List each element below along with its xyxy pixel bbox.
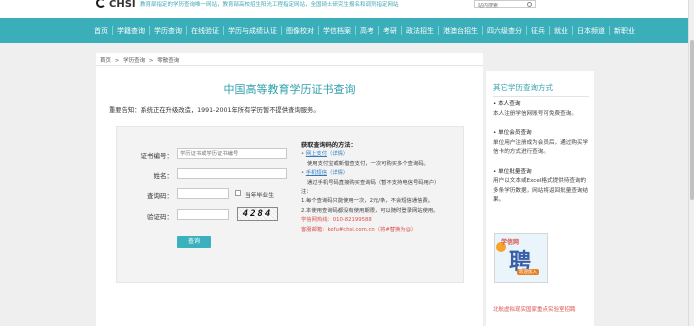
sms-link[interactable]: 手机短信 — [306, 170, 327, 176]
breadcrumb-sep: > — [148, 58, 154, 64]
nav-item[interactable]: 图像校对 — [282, 26, 318, 36]
howto-option-1-text: 使用支付宝或新借查支付，一次可购买多个查询码。 — [307, 160, 429, 167]
note-2: 2.本使用查询码都没有使用期限，可以随时登录网站使用。 — [301, 207, 439, 214]
batch-title: • 单位批量查询 — [493, 168, 532, 175]
site-search[interactable] — [474, 0, 536, 9]
personal-text: 本人注册学信网账号可免费查询。 — [493, 110, 577, 117]
current-grad-checkbox[interactable] — [235, 190, 241, 196]
logo-icon — [96, 0, 106, 8]
online-pay-detail-link[interactable]: （详情） — [327, 151, 348, 157]
query-code-input[interactable] — [177, 188, 229, 199]
breadcrumb-sep: > — [114, 58, 120, 64]
nav-item[interactable]: 新职业 — [610, 26, 639, 36]
nav-item[interactable]: 港澳台招生 — [439, 26, 482, 36]
query-button[interactable]: 查询 — [177, 236, 211, 248]
recruit-link[interactable]: 北航虚拟现实国家重点实验室招聘 — [493, 305, 591, 313]
name-input[interactable] — [177, 168, 287, 179]
howto-option-1: • 网上支付（详情） — [301, 150, 461, 159]
top-header: CHSI 教育部指定的学历查询唯一网站，教育部高校招生阳光工程指定网站，全国硕士… — [0, 0, 694, 18]
nav-list: 首页 学籍查询 学历查询 在线验证 学历与成绩认证 图像校对 学信档案 高考 考研 政法招生 港澳台… — [90, 18, 639, 43]
sidebar-title: 其它学历查询方式 — [493, 83, 553, 92]
cert-label: 证书编号： — [140, 152, 174, 160]
breadcrumb-degree-query[interactable]: 学历查询 — [123, 58, 145, 64]
note-1: 1.每个查询码只能使用一次，2元/条，不会短信通信费。 — [301, 198, 434, 205]
recruit-banner[interactable]: 学信网 聘 欢迎加入 — [494, 233, 548, 283]
howto-heading: 获取查询码的方法： — [301, 142, 357, 149]
search-input[interactable] — [475, 3, 521, 9]
sms-detail-link[interactable]: （详情） — [327, 170, 348, 176]
hotline-text: 学信网热线：010-82199588 — [301, 217, 372, 224]
member-title: • 单位会员查询 — [493, 130, 532, 136]
nav-item[interactable]: 就业 — [550, 26, 572, 36]
nav-item[interactable]: 考研 — [379, 26, 401, 36]
nav-item[interactable]: 学历查询 — [150, 26, 186, 36]
captcha-input[interactable] — [177, 209, 229, 220]
nav-item[interactable]: 在线验证 — [187, 26, 223, 36]
nav-item[interactable]: 政法招生 — [402, 26, 438, 36]
scrollbar[interactable] — [688, 0, 694, 326]
main-content: 首页 > 学历查询 > 零散查询 中国高等教育学历证书查询 重要告知：系统正在升… — [96, 53, 483, 326]
divider — [96, 65, 483, 66]
query-panel: 证书编号： 姓名： 查询码： 当年毕业生 验证码： 4284 查询 获取查询码的… — [116, 126, 464, 283]
online-pay-link[interactable]: 网上支付 — [306, 151, 327, 157]
site-logo[interactable]: CHSI — [96, 0, 136, 10]
personal-title: • 本人查询 — [493, 101, 521, 107]
captcha-label: 验证码： — [147, 213, 173, 221]
howto-option-2-text: 通过手机号码直接购买查询码（暂不支持电信号码用户） — [307, 179, 440, 186]
logo-text: CHSI — [109, 0, 136, 10]
breadcrumb-home[interactable]: 首页 — [100, 58, 111, 64]
captcha-image[interactable]: 4284 — [237, 207, 278, 221]
howto-panel: 获取查询码的方法： • 网上支付（详情） 使用支付宝或新借查支付，一次可购买多个… — [301, 141, 461, 235]
howto-option-2: • 手机短信（详情） — [301, 169, 461, 178]
site-tagline: 教育部指定的学历查询唯一网站，教育部高校招生阳光工程指定网站，全国硕士研究生报名… — [140, 2, 399, 8]
breadcrumb: 首页 > 学历查询 > 零散查询 — [100, 56, 181, 64]
sidebar-methods: • 本人查询 本人注册学信网账号可免费查询。 • 单位会员查询 单位用户注册成为… — [493, 98, 591, 206]
nav-item[interactable]: 高考 — [356, 26, 378, 36]
nav-item[interactable]: 学籍查询 — [113, 26, 149, 36]
bullet-icon: • — [301, 170, 305, 177]
email-text: 客服邮箱：kefu#chsi.com.cn（将#替换为@） — [301, 226, 417, 233]
scrollbar-thumb[interactable] — [690, 40, 694, 200]
name-label: 姓名： — [153, 172, 174, 180]
note-label: 注： — [301, 189, 312, 196]
nav-item[interactable]: 学信档案 — [319, 26, 355, 36]
nav-item[interactable]: 学历与成绩认证 — [224, 26, 281, 36]
nav-item[interactable]: 首页 — [90, 26, 112, 36]
cert-number-input[interactable] — [177, 148, 287, 159]
notice-text: 重要告知：系统正在升级改造，1991-2001年所有学历暂不提供查询服务。 — [109, 107, 320, 114]
member-text: 单位用户注册成为会员后，通过购买学信卡的方式进行查询。 — [493, 139, 589, 156]
code-label: 查询码： — [147, 192, 173, 200]
sidebar: 其它学历查询方式 • 本人查询 本人注册学信网账号可免费查询。 • 单位会员查询… — [486, 71, 594, 326]
breadcrumb-current: 零散查询 — [157, 58, 180, 64]
current-grad-label: 当年毕业生 — [245, 193, 274, 199]
bullet-icon: • — [301, 151, 305, 158]
main-nav: 首页 学籍查询 学历查询 在线验证 学历与成绩认证 图像校对 学信档案 高考 考研 政法招生 港澳台… — [0, 18, 694, 43]
divider — [493, 96, 589, 97]
batch-text: 用户以文本或Excel格式提供待查询的多条学历数据，网站将返回批量查询结果。 — [493, 178, 589, 203]
page-title: 中国高等教育学历证书查询 — [223, 83, 356, 96]
nav-item[interactable]: 日本频道 — [573, 26, 609, 36]
banner-tag: 欢迎加入 — [517, 269, 539, 275]
nav-item[interactable]: 征兵 — [527, 26, 549, 36]
nav-item[interactable]: 四六级查分 — [483, 26, 526, 36]
search-icon[interactable] — [527, 2, 532, 7]
